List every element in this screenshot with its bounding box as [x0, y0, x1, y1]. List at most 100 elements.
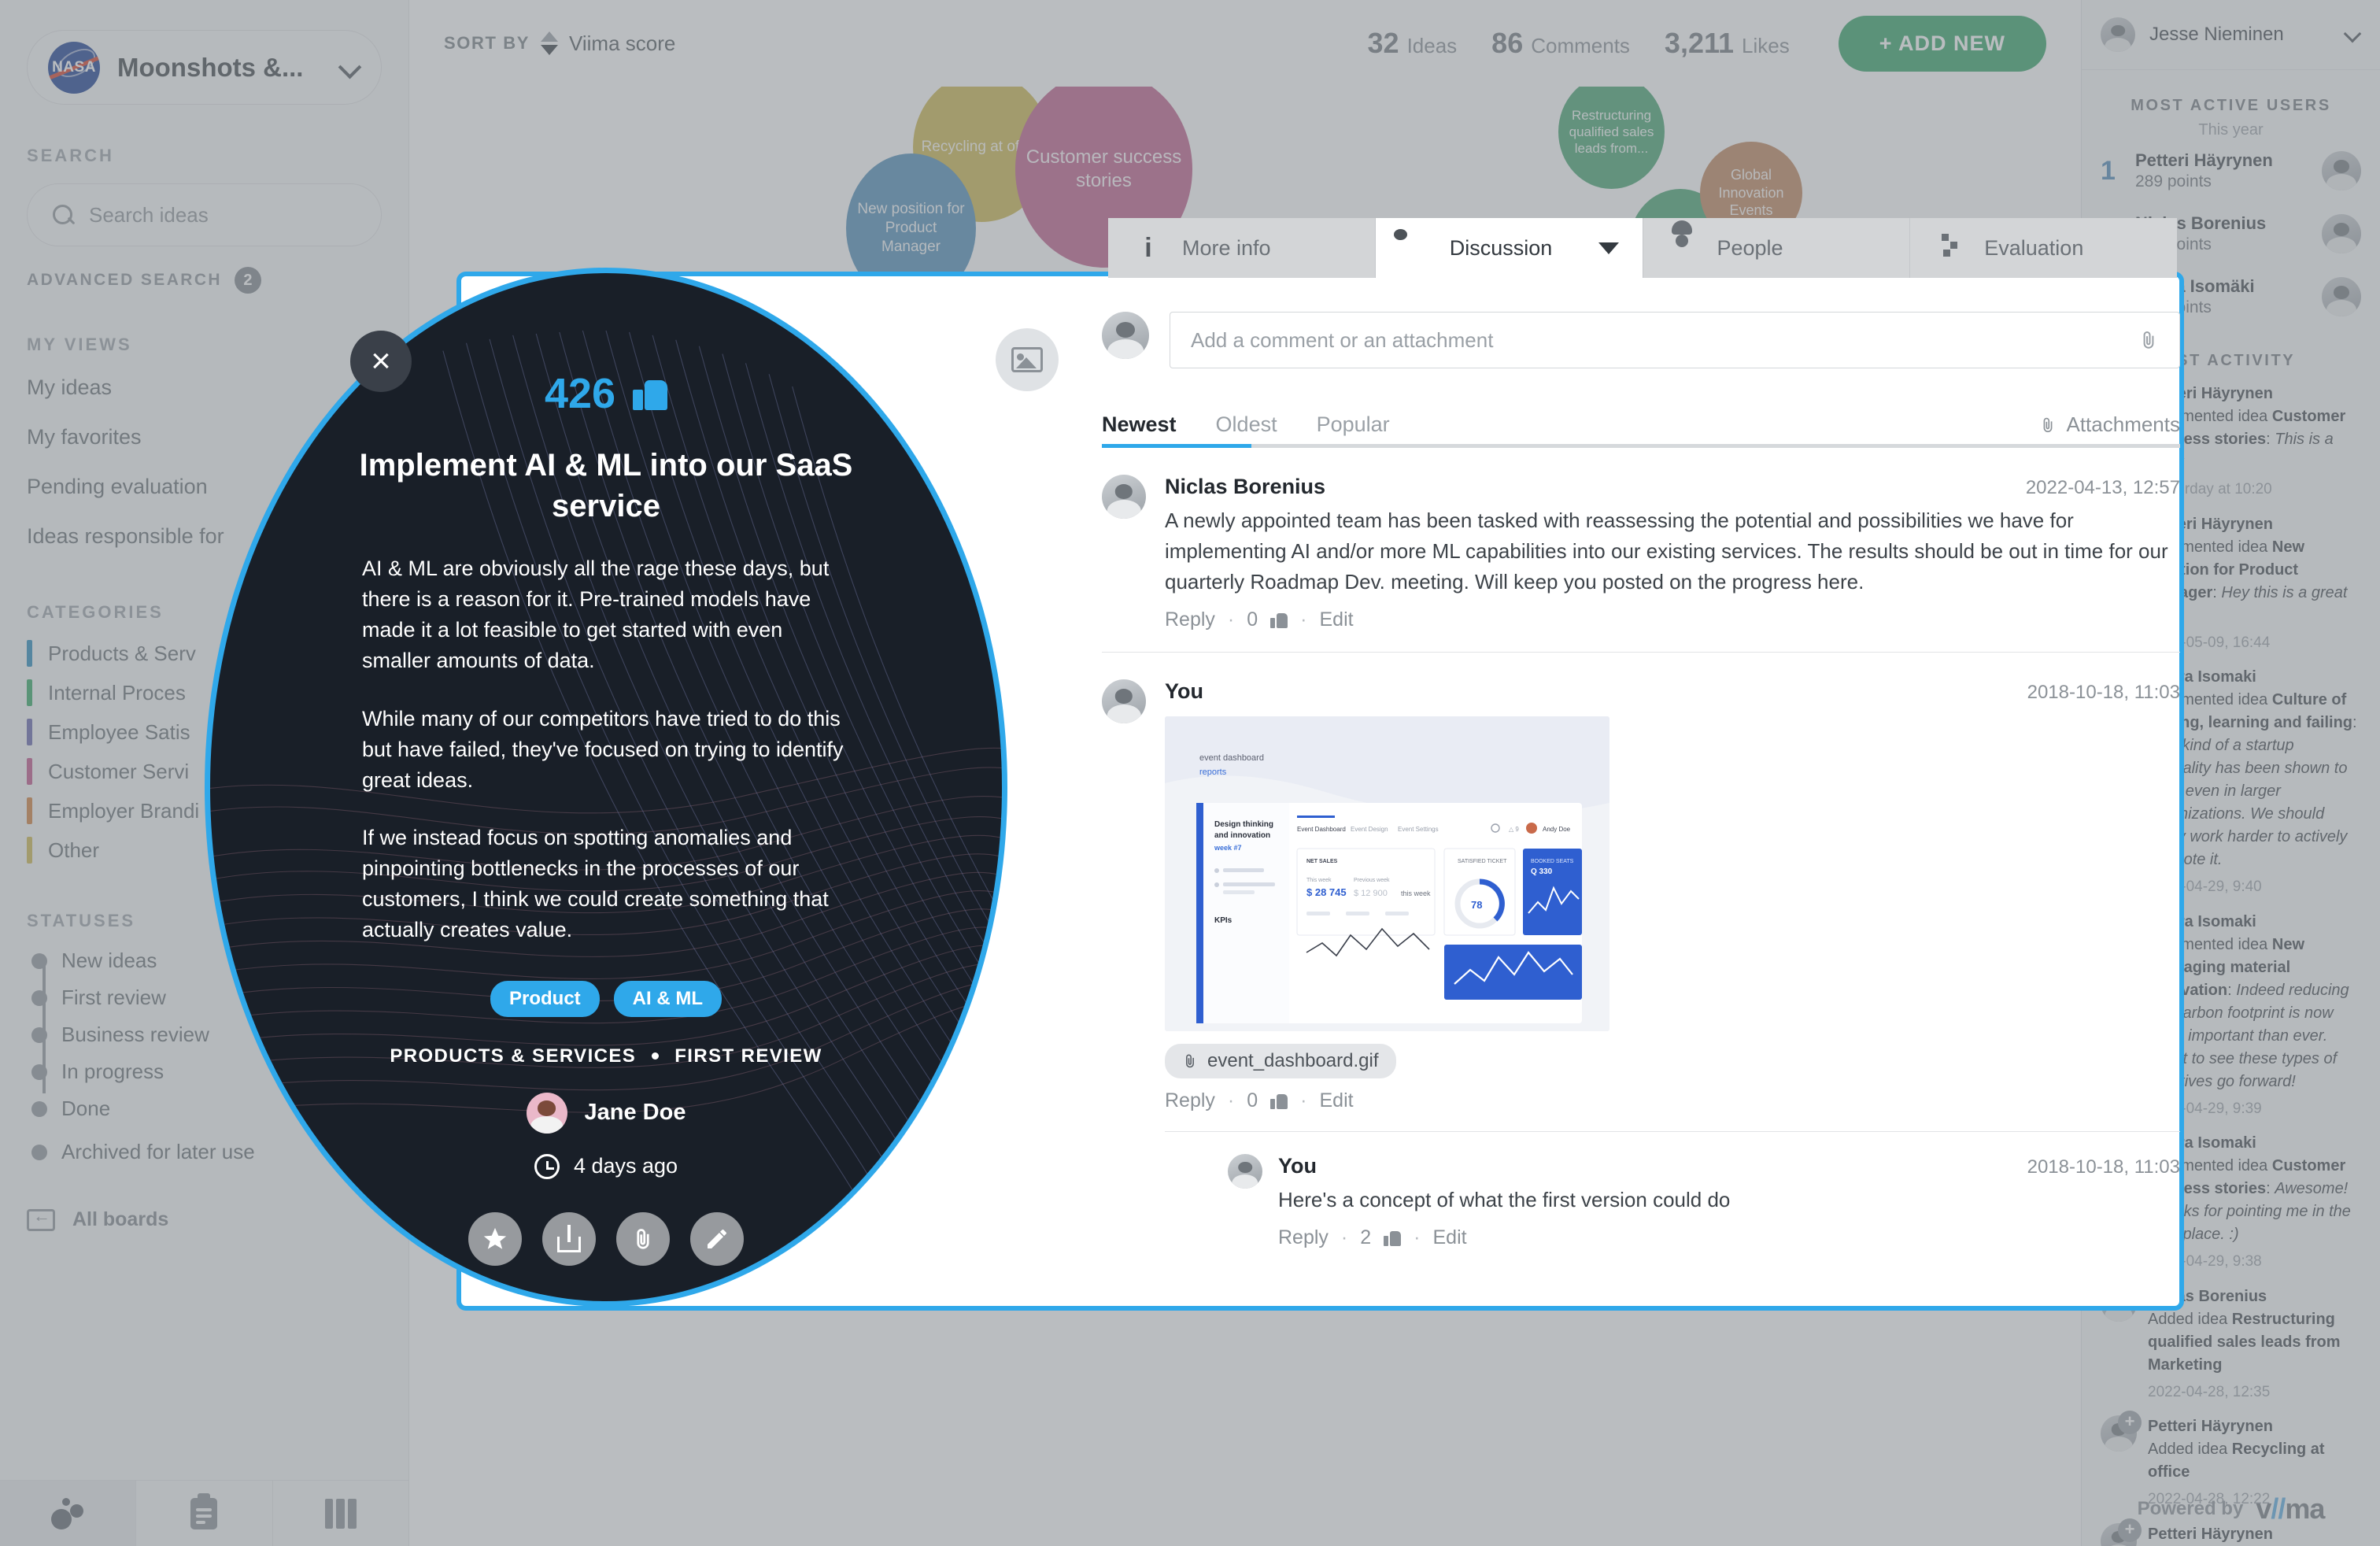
current-user-name: Jesse Nieminen	[2149, 24, 2284, 45]
comment-item: You 2018-10-18, 11:03 event dashboard re…	[1102, 653, 2180, 1270]
svg-text:KPIs: KPIs	[1214, 916, 1232, 925]
current-user-menu[interactable]: Jesse Nieminen	[2082, 0, 2380, 70]
reply-link[interactable]: Reply	[1165, 1089, 1215, 1112]
svg-text:This week: This week	[1306, 878, 1332, 883]
sort-value[interactable]: Viima score	[569, 31, 675, 56]
attachment-preview[interactable]: event dashboard reports Design thinking …	[1165, 716, 1609, 1031]
avatar	[2322, 214, 2361, 253]
idea-action-buttons	[468, 1211, 744, 1266]
reply-link[interactable]: Reply	[1165, 608, 1215, 631]
activity-user: Petteri Häyrynen	[2148, 1418, 2273, 1436]
reply-like-count: 2	[1360, 1226, 1372, 1248]
edit-link[interactable]: Edit	[1432, 1226, 1466, 1249]
likes-count: 426	[544, 370, 616, 417]
person-icon	[1670, 235, 1697, 261]
change-image-button[interactable]	[996, 328, 1059, 391]
thumbs-up-icon[interactable]	[1384, 1230, 1402, 1246]
tag-ai-ml[interactable]: AI & ML	[613, 980, 722, 1017]
filter-oldest[interactable]: Oldest	[1216, 412, 1277, 437]
attachment-chip[interactable]: event_dashboard.gif	[1165, 1044, 1396, 1078]
idea-meta: PRODUCTS & SERVICES FIRST REVIEW	[390, 1045, 822, 1067]
board-stats: 32 Ideas 86 Comments 3,211 Likes	[1368, 27, 1790, 60]
modal-tabs: i More info Discussion People Evaluation	[1108, 218, 2177, 278]
add-new-button[interactable]: + ADD NEW	[1838, 15, 2046, 72]
idea-paragraph: While many of our competitors have tried…	[362, 706, 844, 792]
stat-comments-count: 86	[1491, 27, 1524, 59]
time-ago-label: 4 days ago	[573, 1154, 678, 1178]
category-color-swatch	[27, 719, 32, 745]
chevron-down-icon[interactable]	[340, 57, 360, 78]
filter-popular[interactable]: Popular	[1317, 412, 1390, 437]
view-tab-list[interactable]	[136, 1481, 273, 1546]
svg-text:△ 9: △ 9	[1509, 826, 1519, 833]
svg-text:Event Dashboard: Event Dashboard	[1297, 826, 1346, 833]
avatar	[526, 1092, 567, 1134]
search-placeholder: Search ideas	[89, 202, 209, 227]
svg-text:week #7: week #7	[1214, 844, 1242, 852]
active-user-row[interactable]: 1 Petteri Häyrynen 289 points	[2082, 139, 2380, 202]
separator-dot	[652, 1052, 660, 1060]
view-switcher	[0, 1480, 409, 1546]
comment-like-count: 0	[1247, 1089, 1258, 1111]
svg-text:$ 28 745: $ 28 745	[1306, 886, 1347, 898]
dashboard-screenshot: event dashboard reports Design thinking …	[1165, 716, 1609, 1031]
idea-bubble[interactable]: Restructuring qualified sales leads from…	[1558, 87, 1665, 189]
avatar	[1102, 312, 1149, 359]
avatar	[2101, 17, 2135, 52]
tab-evaluation[interactable]: Evaluation	[1909, 218, 2177, 278]
view-tab-bubbles[interactable]	[0, 1481, 137, 1546]
tag-product[interactable]: Product	[490, 980, 600, 1017]
tab-people[interactable]: People	[1642, 218, 1910, 278]
board-selector[interactable]: NASA Moonshots &...	[27, 30, 382, 105]
tab-label: More info	[1182, 235, 1271, 260]
attachments-link[interactable]: Attachments	[2039, 412, 2180, 437]
category-color-swatch	[27, 758, 32, 785]
tab-more-info[interactable]: i More info	[1108, 218, 1375, 278]
separator: ·	[1227, 1089, 1235, 1111]
pencil-icon	[708, 1229, 726, 1248]
reply-link[interactable]: Reply	[1278, 1226, 1329, 1249]
category-label: Products & Serv	[48, 641, 196, 665]
svg-text:Q 330: Q 330	[1531, 867, 1553, 876]
thumbs-up-icon[interactable]	[1270, 1093, 1288, 1109]
edit-link[interactable]: Edit	[1319, 608, 1353, 631]
columns-icon	[324, 1498, 357, 1529]
like-counter[interactable]: 426	[544, 369, 668, 418]
paperclip-icon[interactable]	[2138, 327, 2159, 353]
category-color-swatch	[27, 640, 32, 667]
separator: ·	[1414, 1226, 1421, 1248]
idea-category: PRODUCTS & SERVICES	[390, 1045, 637, 1067]
sort-direction-icon[interactable]	[541, 31, 558, 55]
tab-discussion[interactable]: Discussion	[1374, 218, 1643, 278]
comment-date: 2022-04-13, 12:57	[2025, 477, 2180, 498]
attach-button[interactable]	[616, 1211, 670, 1266]
search-input[interactable]: Search ideas	[27, 183, 382, 246]
clipboard-icon	[190, 1492, 218, 1529]
filter-newest[interactable]: Newest	[1102, 412, 1177, 437]
favorite-button[interactable]	[468, 1211, 522, 1266]
avatar	[1102, 475, 1146, 519]
avatar	[2322, 151, 2361, 190]
thumbs-up-icon[interactable]	[633, 377, 668, 410]
stat-comments-label: Comments	[1531, 34, 1630, 57]
comment-input[interactable]: Add a comment or an attachment	[1170, 312, 2180, 368]
activity-action: Added idea	[2148, 1441, 2228, 1459]
filter-underline	[1102, 444, 2180, 448]
idea-title: Implement AI & ML into our SaaS service	[359, 448, 853, 523]
edit-link[interactable]: Edit	[1319, 1089, 1353, 1112]
idea-author[interactable]: Jane Doe	[526, 1092, 686, 1134]
thumbs-up-icon[interactable]	[1270, 612, 1288, 628]
edit-button[interactable]	[690, 1211, 744, 1266]
share-button[interactable]	[542, 1211, 596, 1266]
stat-likes: 3,211 Likes	[1665, 27, 1790, 60]
chevron-down-icon[interactable]	[2345, 27, 2361, 43]
rank-user-name: Petteri Häyrynen	[2135, 150, 2273, 170]
close-modal-button[interactable]: ×	[350, 331, 412, 392]
view-tab-columns[interactable]	[273, 1481, 409, 1546]
svg-text:78: 78	[1471, 899, 1482, 911]
stat-ideas-count: 32	[1367, 27, 1399, 59]
svg-text:reports: reports	[1199, 767, 1227, 777]
idea-tags: Product AI & ML	[490, 980, 722, 1017]
chevron-down-icon[interactable]	[1598, 242, 1619, 254]
attachments-label: Attachments	[2066, 412, 2180, 436]
